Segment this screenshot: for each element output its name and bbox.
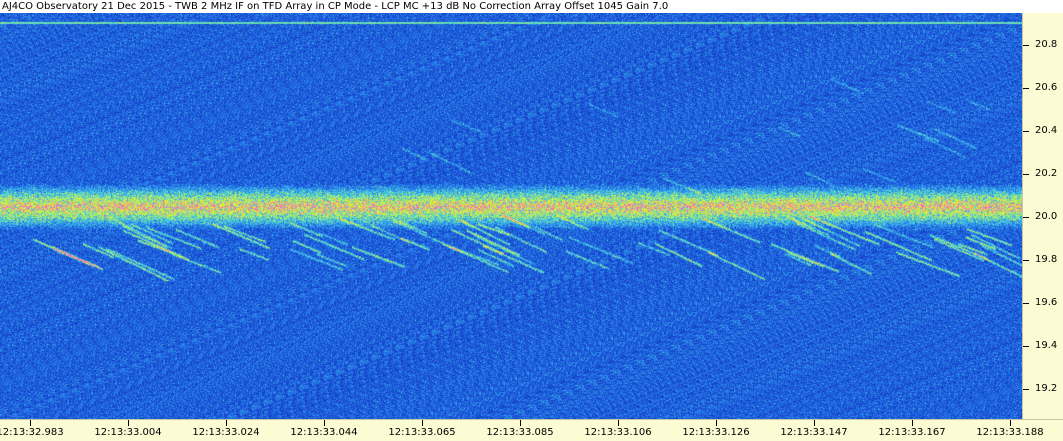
x-tick-label: 12:13:33.188: [976, 427, 1044, 438]
y-tick-label: 20.4: [1035, 125, 1058, 137]
x-tick: [324, 420, 325, 426]
y-tick: [1023, 174, 1029, 176]
x-tick: [716, 420, 717, 426]
x-tick-label: 12:13:32.983: [0, 427, 64, 438]
x-tick: [520, 420, 521, 426]
chart-title: AJ4CO Observatory 21 Dec 2015 - TWB 2 MH…: [0, 0, 1022, 13]
x-tick-label: 12:13:33.065: [388, 427, 456, 438]
y-tick: [1023, 388, 1029, 390]
x-tick-label: 12:13:33.044: [290, 427, 358, 438]
x-axis: 12:13:32.983 12:13:33.004 12:13:33.024 12:1…: [0, 419, 1063, 441]
y-tick: [1023, 303, 1029, 304]
y-tick-label: 19.2: [1035, 382, 1058, 394]
y-tick-label: 20.2: [1035, 168, 1058, 180]
x-tick-label: 12:13:33.167: [878, 427, 946, 438]
x-tick-label: 12:13:33.004: [94, 427, 162, 438]
x-tick: [814, 420, 815, 426]
x-tick-label: 12:13:33.024: [192, 427, 260, 438]
x-tick: [128, 420, 129, 426]
x-tick: [1010, 420, 1011, 426]
y-tick: [1023, 217, 1029, 219]
y-tick-label: 20.0: [1035, 211, 1058, 223]
y-tick: [1023, 45, 1029, 47]
x-tick-label: 12:13:33.106: [584, 427, 652, 438]
x-tick: [422, 420, 423, 426]
y-tick-label: 20.6: [1035, 82, 1058, 94]
y-tick-label: 20.8: [1035, 39, 1058, 51]
x-tick: [912, 420, 913, 426]
y-tick: [1023, 260, 1029, 262]
x-tick: [226, 420, 227, 426]
x-tick-label: 12:13:33.085: [486, 427, 554, 438]
y-tick: [1023, 345, 1029, 347]
y-tick-label: 19.8: [1035, 254, 1058, 266]
y-tick: [1023, 131, 1029, 133]
x-tick: [30, 420, 31, 426]
spectrogram-plot: [0, 13, 1022, 419]
x-tick: [618, 420, 619, 426]
y-tick-label: 19.6: [1035, 297, 1058, 308]
y-axis: 20.8 20.6 20.4 20.2 20.0 19.8 19.6 19.4 19.2: [1022, 13, 1063, 419]
y-tick-label: 19.4: [1035, 339, 1058, 351]
x-tick-label: 12:13:33.126: [682, 427, 750, 438]
y-tick: [1023, 88, 1029, 90]
x-tick-label: 12:13:33.147: [780, 427, 848, 438]
